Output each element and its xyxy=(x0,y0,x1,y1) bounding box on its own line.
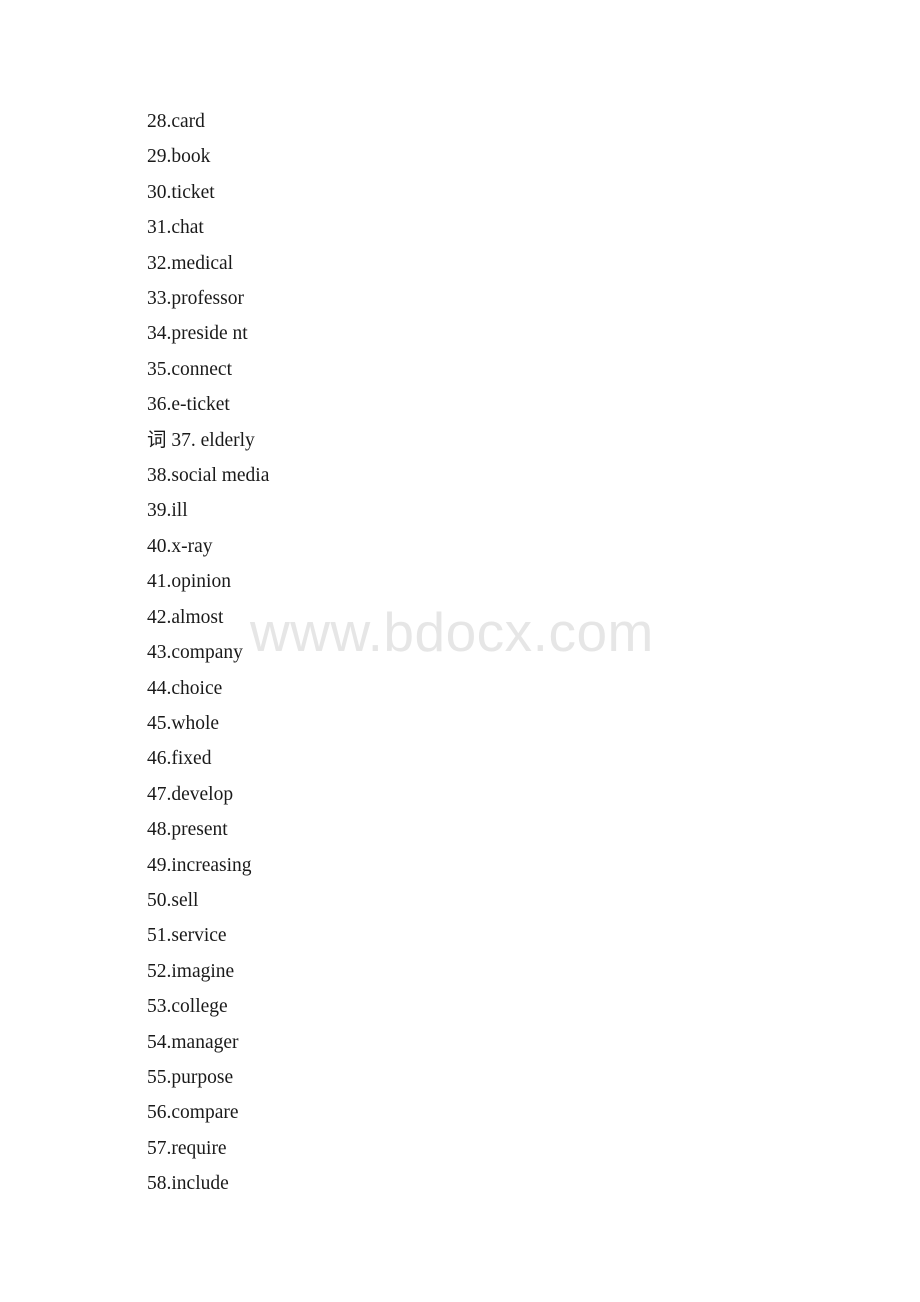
word-list-item: 30.ticket xyxy=(147,181,215,203)
document-page: www.bdocx.com 28.card 29.book 30.ticket 31.… xyxy=(0,0,920,1302)
word-list-item: 58.include xyxy=(147,1173,229,1195)
word-list-item: 34.preside nt xyxy=(147,323,248,345)
word-list-item: 33.professor xyxy=(147,288,244,310)
word-list-item: 49.increasing xyxy=(147,854,252,876)
word-list-item: 29.book xyxy=(147,146,211,168)
word-list-item: 47.develop xyxy=(147,783,234,805)
word-list-item: 36.e-ticket xyxy=(147,394,230,416)
word-list-item: 57.require xyxy=(147,1137,227,1159)
word-list-item: 50.sell xyxy=(147,889,199,911)
word-list-item: 53.college xyxy=(147,996,228,1018)
word-list-item: 31.chat xyxy=(147,217,204,239)
word-list-item: 44.choice xyxy=(147,677,223,699)
word-list-item: 55.purpose xyxy=(147,1066,234,1088)
word-list-item: 词 37. elderly xyxy=(147,429,255,451)
word-list-item: 35.connect xyxy=(147,358,233,380)
document-content: 28.card 29.book 30.ticket 31.chat 32.medical… xyxy=(147,104,880,1202)
word-list-item: 54.manager xyxy=(147,1031,239,1053)
word-list-item: 38.social media xyxy=(147,465,270,487)
word-list-item: 48.present xyxy=(147,819,228,841)
word-list-item: 42.almost xyxy=(147,606,224,628)
word-list-item: 56.compare xyxy=(147,1102,239,1124)
word-list-item: 28.card xyxy=(147,111,205,132)
word-list-item: 52.imagine xyxy=(147,960,235,982)
word-list: 28.card 29.book 30.ticket 31.chat 32.medical… xyxy=(147,104,880,1202)
word-list-item: 39.ill xyxy=(147,500,188,522)
word-list-item: 32.medical xyxy=(147,252,234,274)
word-list-item: 51.service xyxy=(147,925,227,947)
word-list-item: 41.opinion xyxy=(147,571,231,593)
word-list-item: 45.whole xyxy=(147,712,220,734)
word-list-item: 40.x-ray xyxy=(147,535,213,557)
word-list-item: 43.company xyxy=(147,642,243,664)
word-list-item: 46.fixed xyxy=(147,748,212,770)
